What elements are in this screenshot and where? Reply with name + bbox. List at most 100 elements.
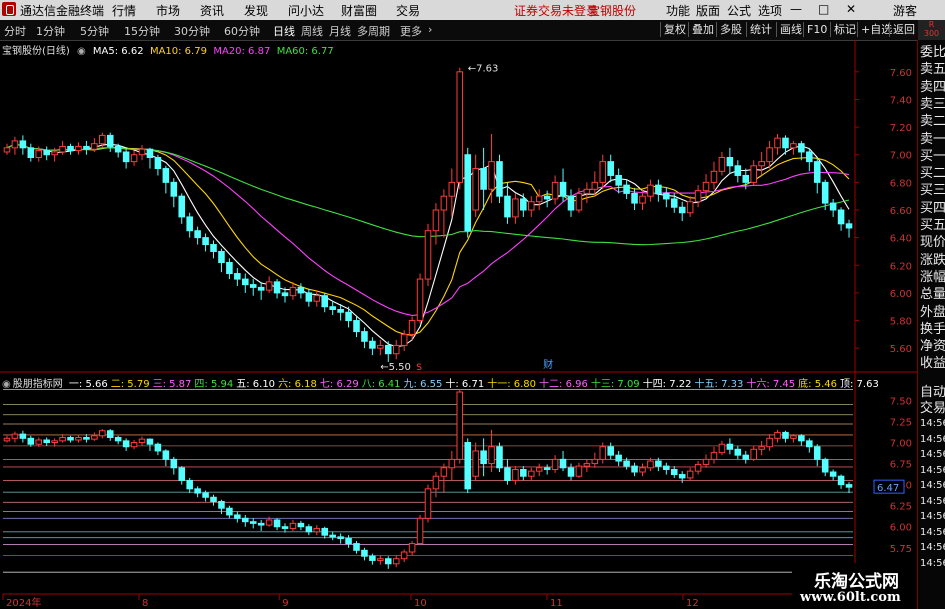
auto-trade-label[interactable]: 交易: [920, 400, 945, 417]
sub-candle-body: [19, 433, 27, 439]
candle-body: [305, 292, 313, 302]
sub-candle-body: [313, 527, 321, 533]
candle-body: [655, 184, 662, 194]
candle-body: [369, 340, 376, 349]
candle-body: [99, 134, 106, 145]
low-price-label: ←5.50: [380, 362, 411, 373]
sub-candle-body: [464, 442, 471, 490]
candle-body: [226, 262, 233, 275]
watermark-title: 乐淘公式网: [814, 572, 899, 592]
main-axis-label: 6.00: [890, 289, 912, 300]
sub-candle-body: [273, 519, 281, 528]
sub-candle-body: [265, 519, 273, 526]
sub-candle-body: [392, 558, 400, 565]
candle-body: [83, 145, 90, 150]
sub-candle-body: [440, 467, 448, 477]
quote-field-label: 卖三: [920, 96, 945, 112]
sub-candle-body: [790, 435, 797, 439]
candle-body: [663, 192, 670, 200]
trade-time: 14:56: [920, 433, 945, 445]
candle-body: [543, 195, 551, 200]
candle-body: [583, 188, 591, 194]
sub-candle-body: [591, 458, 599, 465]
candle-body: [496, 161, 503, 197]
sub-candle-body: [27, 437, 35, 445]
candle-body: [623, 184, 630, 194]
sub-candle-body: [345, 538, 352, 545]
candle-body: [392, 344, 400, 355]
sub-candle-body: [750, 448, 757, 460]
sub-candle-body: [448, 458, 456, 469]
candle-body: [361, 331, 368, 342]
main-axis-label: 7.40: [890, 95, 912, 106]
candle-body: [718, 156, 726, 172]
sub-candle-body: [305, 526, 313, 533]
auto-trade-label[interactable]: 自动: [920, 384, 945, 401]
quote-field-label: 换手: [920, 321, 945, 337]
candle-body: [432, 209, 440, 232]
sub-candle-body: [353, 543, 360, 551]
sub-axis-label: 7.50: [890, 396, 912, 407]
sub-candle-body: [162, 450, 170, 460]
sub-candle-body: [742, 454, 750, 460]
site-watermark: 乐淘公式网 www.60lt.com: [792, 563, 917, 609]
candle-body: [416, 278, 424, 322]
candle-body: [464, 154, 471, 232]
quote-field-label: 现价: [920, 235, 945, 251]
candle-body: [551, 181, 559, 200]
candle-body: [75, 145, 82, 152]
candle-body: [750, 165, 757, 183]
sub-axis-label: 6.25: [890, 502, 912, 513]
candle-body: [607, 161, 614, 176]
candle-body: [647, 184, 654, 197]
sub-candle-body: [146, 438, 154, 445]
candle-body: [273, 281, 281, 294]
sub-candle-body: [821, 458, 829, 473]
quote-field-label: 涨幅: [920, 269, 945, 285]
sub-candle-body: [567, 467, 575, 477]
sub-candle-body: [663, 465, 670, 470]
sub-candle-body: [456, 391, 464, 460]
kline-chart[interactable]: 7.60 7.40 7.20 7.00 6.80 6.60 6.40 6.20 6.00 5.80…: [0, 0, 917, 609]
x-axis-label: 10: [414, 598, 427, 609]
candle-body: [321, 295, 329, 308]
sub-candle-body: [583, 463, 591, 467]
candle-body: [837, 209, 845, 225]
market-badge: R 300: [918, 20, 945, 40]
candle-body: [106, 134, 114, 147]
sub-candle-body: [130, 442, 138, 448]
candle-body: [520, 198, 527, 211]
candle-body: [170, 181, 178, 197]
sub-candle-body: [75, 436, 82, 441]
candle-body: [559, 181, 567, 197]
sub-axis-label: 6.00: [890, 523, 912, 534]
candle-body: [130, 154, 138, 163]
sub-candle-body: [281, 526, 289, 529]
candle-body: [599, 161, 607, 183]
candle-body: [186, 216, 193, 232]
candle-body: [821, 181, 829, 204]
candle-body: [35, 150, 43, 158]
main-axis-label: 6.40: [890, 234, 912, 245]
candle-body: [535, 195, 543, 203]
sub-candle-body: [337, 536, 344, 540]
sub-candle-body: [655, 460, 662, 467]
candle-body: [43, 150, 50, 156]
sub-candle-body: [289, 522, 297, 529]
sub-candle-body: [766, 437, 773, 448]
candle-body: [678, 206, 686, 214]
quote-field-label: 买四: [920, 200, 945, 216]
sub-axis-label: 5.75: [890, 544, 912, 555]
candle-body: [242, 278, 249, 286]
trade-time: 14:56: [920, 542, 945, 553]
sub-candle-body: [170, 458, 178, 469]
sub-candle-body: [194, 488, 201, 494]
high-price-label: ←7.63: [468, 64, 499, 75]
sub-candle-body: [639, 467, 646, 473]
candle-body: [829, 202, 837, 211]
candle-body: [154, 156, 162, 170]
candle-body: [670, 198, 678, 208]
candle-body: [845, 223, 853, 229]
sub-candle-body: [694, 463, 702, 472]
sub-candle-body: [416, 517, 424, 545]
